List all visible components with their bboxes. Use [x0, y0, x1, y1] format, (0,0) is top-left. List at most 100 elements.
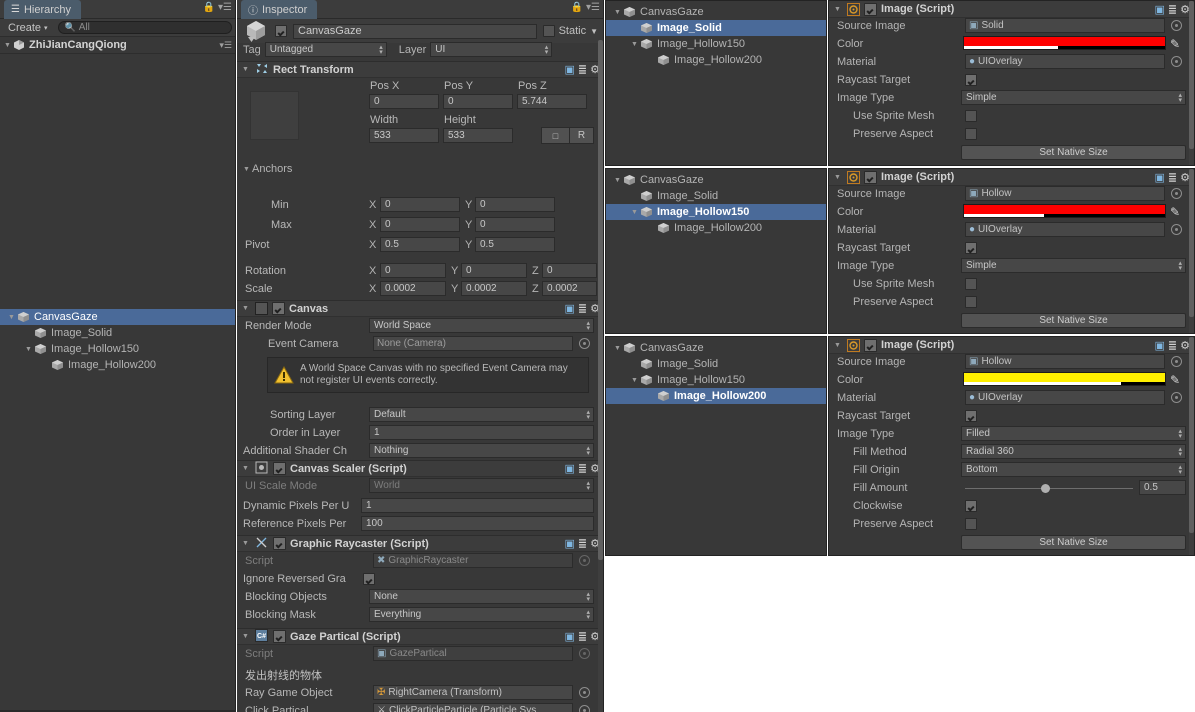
menu-icon[interactable]: ▾☰	[218, 2, 232, 13]
image-enabled-checkbox[interactable]	[864, 2, 877, 16]
panel-scrollbar[interactable]	[1189, 169, 1194, 333]
help-icon[interactable]: ▣	[1155, 339, 1165, 352]
source-image-field[interactable]: ▣ Solid	[965, 18, 1165, 33]
lock-icon[interactable]: 🔒	[203, 2, 215, 13]
preset-icon[interactable]: ≣	[1168, 339, 1177, 352]
menu-icon[interactable]: ▾☰	[586, 2, 600, 13]
graphic-raycaster-enabled-checkbox[interactable]	[273, 537, 286, 550]
tab-hierarchy[interactable]: ☰ Hierarchy	[4, 0, 82, 19]
chevron-down-icon[interactable]: ▼	[240, 465, 251, 472]
rotation-x-input[interactable]: 0	[380, 263, 446, 278]
color-swatch[interactable]	[963, 204, 1166, 218]
preserve-aspect-checkbox[interactable]	[965, 296, 977, 308]
hierarchy-item-image_solid[interactable]: Image_Solid	[606, 20, 826, 36]
blocking-mask-dropdown[interactable]: Everything ▴ ▾	[369, 607, 594, 622]
anchor-min-y-input[interactable]: 0	[475, 197, 555, 212]
help-icon[interactable]: ▣	[565, 462, 575, 475]
create-button[interactable]: Create ▾	[4, 21, 52, 35]
ignore-reversed-checkbox[interactable]	[363, 573, 375, 585]
raycast-target-checkbox[interactable]	[965, 242, 977, 254]
scene-menu-icon[interactable]: ▾☰	[219, 40, 232, 51]
source-image-picker-icon[interactable]	[1171, 356, 1182, 367]
component-header-image[interactable]: ▼ Image (Script) ▣ ≣ ⚙	[829, 337, 1194, 354]
scale-x-input[interactable]: 0.0002	[380, 281, 446, 296]
ray-game-object-field[interactable]: ✠ RightCamera (Transform)	[373, 685, 573, 700]
panel-scrollbar-thumb[interactable]	[1189, 337, 1194, 533]
click-partical-field[interactable]: ⚔ ClickParticleParticle (Particle Sys	[373, 703, 573, 712]
panel-scrollbar-thumb[interactable]	[1189, 1, 1194, 149]
chevron-down-icon[interactable]: ▼	[612, 177, 623, 184]
panel-scrollbar-thumb[interactable]	[1189, 169, 1194, 317]
pos-x-input[interactable]: 0	[369, 94, 439, 109]
chevron-down-icon[interactable]: ▼	[832, 342, 843, 349]
panel-scrollbar[interactable]	[1189, 337, 1194, 555]
static-toggle[interactable]: Static ▼	[542, 25, 598, 37]
tag-dropdown[interactable]: Untagged ▴ ▾	[264, 42, 387, 57]
image-type-dropdown[interactable]: Simple ▴ ▾	[961, 90, 1186, 105]
chevron-down-icon[interactable]: ▼	[240, 540, 251, 547]
component-header-image[interactable]: ▼ Image (Script) ▣ ≣ ⚙	[829, 1, 1194, 18]
material-picker-icon[interactable]	[1171, 56, 1182, 67]
eyedropper-icon[interactable]: ✎	[1170, 373, 1180, 387]
chevron-down-icon[interactable]: ▼	[629, 41, 640, 48]
source-image-picker-icon[interactable]	[1171, 20, 1182, 31]
help-icon[interactable]: ▣	[1155, 171, 1165, 184]
hierarchy-item-canvasgaze[interactable]: ▼ CanvasGaze	[0, 309, 236, 325]
material-picker-icon[interactable]	[1171, 392, 1182, 403]
image-type-dropdown[interactable]: Simple ▴ ▾	[961, 258, 1186, 273]
raycast-target-checkbox[interactable]	[965, 74, 977, 86]
additional-shader-dropdown[interactable]: Nothing ▴ ▾	[369, 443, 594, 458]
raycast-target-checkbox[interactable]	[965, 410, 977, 422]
lock-icon[interactable]: 🔒	[571, 2, 583, 13]
canvas-scaler-enabled-checkbox[interactable]	[273, 462, 286, 475]
hierarchy-item-image_solid[interactable]: Image_Solid	[606, 188, 826, 204]
height-input[interactable]: 533	[443, 128, 513, 143]
preset-icon[interactable]: ≣	[578, 462, 587, 475]
eyedropper-icon[interactable]: ✎	[1170, 205, 1180, 219]
chevron-down-icon[interactable]: ▼	[832, 6, 843, 13]
reference-pixels-input[interactable]: 100	[361, 516, 594, 531]
sorting-layer-dropdown[interactable]: Default ▴ ▾	[369, 407, 594, 422]
chevron-down-icon[interactable]: ▼	[629, 377, 640, 384]
order-in-layer-input[interactable]: 1	[369, 425, 594, 440]
hierarchy-item-image_hollow150[interactable]: ▼ Image_Hollow150	[606, 372, 826, 388]
component-header-rect-transform[interactable]: ▼ Rect Transform ▣ ≣ ⚙	[237, 61, 604, 78]
fill-amount-knob[interactable]	[1041, 484, 1050, 493]
help-icon[interactable]: ▣	[565, 630, 575, 643]
component-header-image[interactable]: ▼ Image (Script) ▣ ≣ ⚙	[829, 169, 1194, 186]
dynamic-pixels-input[interactable]: 1	[361, 498, 594, 513]
render-mode-dropdown[interactable]: World Space ▴ ▾	[369, 318, 594, 333]
eyedropper-icon[interactable]: ✎	[1170, 37, 1180, 51]
image-type-dropdown[interactable]: Filled ▴ ▾	[961, 426, 1186, 441]
width-input[interactable]: 533	[369, 128, 439, 143]
hierarchy-item-image_hollow200[interactable]: Image_Hollow200	[606, 388, 826, 404]
chevron-down-icon[interactable]: ▼	[240, 633, 251, 640]
chevron-down-icon[interactable]: ▼	[240, 305, 251, 312]
help-icon[interactable]: ▣	[565, 302, 575, 315]
color-swatch[interactable]	[963, 36, 1166, 50]
hierarchy-item-image_hollow150[interactable]: ▼ Image_Hollow150	[0, 341, 236, 357]
scale-y-input[interactable]: 0.0002	[461, 281, 527, 296]
set-native-size-button[interactable]: Set Native Size	[961, 145, 1186, 160]
set-native-size-button[interactable]: Set Native Size	[961, 535, 1186, 550]
source-image-picker-icon[interactable]	[1171, 188, 1182, 199]
hierarchy-item-image_hollow200[interactable]: Image_Hollow200	[0, 357, 236, 373]
chevron-down-icon[interactable]: ▼	[590, 27, 598, 36]
chevron-down-icon[interactable]: ▼	[629, 209, 640, 216]
chevron-down-icon[interactable]: ▼	[241, 166, 252, 173]
material-field[interactable]: ● UIOverlay	[965, 222, 1165, 237]
preserve-aspect-checkbox[interactable]	[965, 518, 977, 530]
fill-amount-slider[interactable]	[965, 484, 1133, 493]
rotation-z-input[interactable]: 0	[542, 263, 597, 278]
anchor-min-x-input[interactable]: 0	[380, 197, 460, 212]
gameobject-enabled-checkbox[interactable]	[275, 25, 287, 37]
scale-z-input[interactable]: 0.0002	[542, 281, 597, 296]
preserve-aspect-checkbox[interactable]	[965, 128, 977, 140]
panel-scrollbar[interactable]	[1189, 1, 1194, 165]
fill-amount-input[interactable]: 0.5	[1139, 480, 1186, 495]
clockwise-checkbox[interactable]	[965, 500, 977, 512]
anchor-max-x-input[interactable]: 0	[380, 217, 460, 232]
color-swatch[interactable]	[963, 372, 1166, 386]
component-header-canvas[interactable]: ▼ Canvas ▣ ≣ ⚙	[237, 300, 604, 317]
hierarchy-item-image_hollow200[interactable]: Image_Hollow200	[606, 52, 826, 68]
